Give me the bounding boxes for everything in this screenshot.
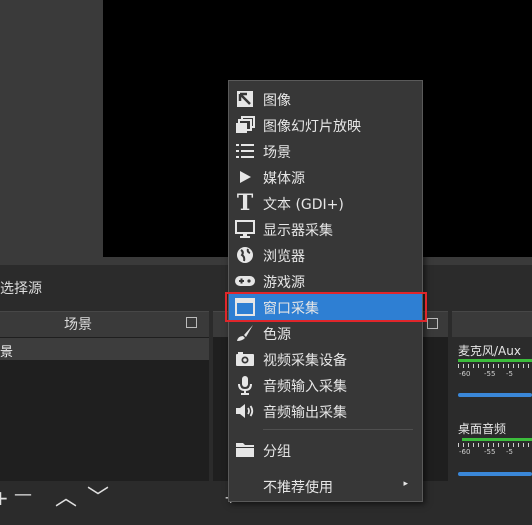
image-icon xyxy=(235,89,255,109)
menu-item-video-capture[interactable]: 视频采集设备 xyxy=(229,346,422,372)
meter-ticks xyxy=(458,443,532,447)
menu-item-image[interactable]: 图像 xyxy=(229,86,422,112)
menu-item-label: 显示器采集 xyxy=(263,223,333,239)
menu-item-scene[interactable]: 场景 xyxy=(229,138,422,164)
menu-item-label: 媒体源 xyxy=(263,171,305,187)
scenes-dock-title: 场景 xyxy=(64,317,92,333)
list-icon xyxy=(235,141,255,161)
remove-scene-button[interactable]: — xyxy=(14,484,32,505)
add-scene-button[interactable]: + xyxy=(0,486,9,510)
menu-item-media-source[interactable]: 媒体源 xyxy=(229,164,422,190)
menu-item-image-slideshow[interactable]: 图像幻灯片放映 xyxy=(229,112,422,138)
menu-item-audio-output[interactable]: 音频输出采集 xyxy=(229,398,422,424)
db-label: -55 xyxy=(484,448,496,456)
add-source-context-menu: 图像 图像幻灯片放映 场景 媒体源 T 文本 (GDI+) 显示器采集 浏览器 … xyxy=(228,80,423,502)
slideshow-icon xyxy=(235,115,255,135)
volume-slider[interactable] xyxy=(458,472,532,476)
left-panel xyxy=(0,0,103,265)
menu-item-display-capture[interactable]: 显示器采集 xyxy=(229,216,422,242)
mixer-channel-name: 桌面音频 xyxy=(458,422,507,436)
menu-item-label: 不推荐使用 xyxy=(263,480,333,496)
menu-item-label: 场景 xyxy=(263,145,291,161)
scene-item-label: 景 xyxy=(0,345,14,360)
menu-item-browser[interactable]: 浏览器 xyxy=(229,242,422,268)
db-label: -60 xyxy=(459,448,471,456)
camera-icon xyxy=(235,349,255,369)
menu-item-label: 浏览器 xyxy=(263,249,305,265)
db-label: -60 xyxy=(459,370,471,378)
menu-item-group[interactable]: 分组 xyxy=(229,437,422,463)
scene-list-item[interactable] xyxy=(0,338,209,360)
brush-icon xyxy=(235,323,255,343)
sources-dock-title: 选择源 xyxy=(0,281,42,297)
menu-item-label: 游戏源 xyxy=(263,275,305,291)
chevron-right-icon: ▸ xyxy=(403,479,408,489)
menu-item-label: 图像 xyxy=(263,93,291,109)
move-scene-down-button[interactable]: ﹀ xyxy=(87,480,109,512)
db-label: -55 xyxy=(484,370,496,378)
volume-slider[interactable] xyxy=(458,393,532,397)
undock-icon[interactable] xyxy=(427,318,438,329)
db-label: -5 xyxy=(506,448,513,456)
gamepad-icon xyxy=(235,271,255,291)
menu-item-color-source[interactable]: 色源 xyxy=(229,320,422,346)
volume-meter xyxy=(458,359,532,362)
move-scene-up-button[interactable]: ︿ xyxy=(55,480,77,512)
menu-item-label: 色源 xyxy=(263,327,291,343)
folder-icon xyxy=(235,440,255,460)
menu-item-label: 分组 xyxy=(263,444,291,460)
menu-item-text-gdi[interactable]: T 文本 (GDI+) xyxy=(229,190,422,216)
microphone-icon xyxy=(235,375,255,395)
speaker-icon xyxy=(235,401,255,421)
volume-meter xyxy=(462,438,532,441)
menu-separator xyxy=(263,429,413,430)
audio-mixer-header xyxy=(452,311,532,337)
text-icon: T xyxy=(236,190,254,216)
menu-item-game-capture[interactable]: 游戏源 xyxy=(229,268,422,294)
globe-icon xyxy=(235,245,255,265)
monitor-icon xyxy=(235,219,255,239)
highlight-annotation-box xyxy=(225,292,427,322)
undock-icon[interactable] xyxy=(186,317,197,328)
menu-item-deprecated[interactable]: 不推荐使用 ▸ xyxy=(229,473,422,499)
menu-item-label: 音频输出采集 xyxy=(263,405,347,421)
play-icon xyxy=(235,167,255,187)
db-label: -5 xyxy=(506,370,513,378)
menu-item-label: 视频采集设备 xyxy=(263,353,347,369)
menu-item-label: 图像幻灯片放映 xyxy=(263,119,361,135)
mixer-channel-name: 麦克风/Aux xyxy=(458,344,521,358)
scenes-dock-header xyxy=(0,311,209,337)
menu-item-label: 音频输入采集 xyxy=(263,379,347,395)
menu-item-label: 文本 (GDI+) xyxy=(263,197,344,213)
menu-item-audio-input[interactable]: 音频输入采集 xyxy=(229,372,422,398)
meter-ticks xyxy=(458,364,532,368)
